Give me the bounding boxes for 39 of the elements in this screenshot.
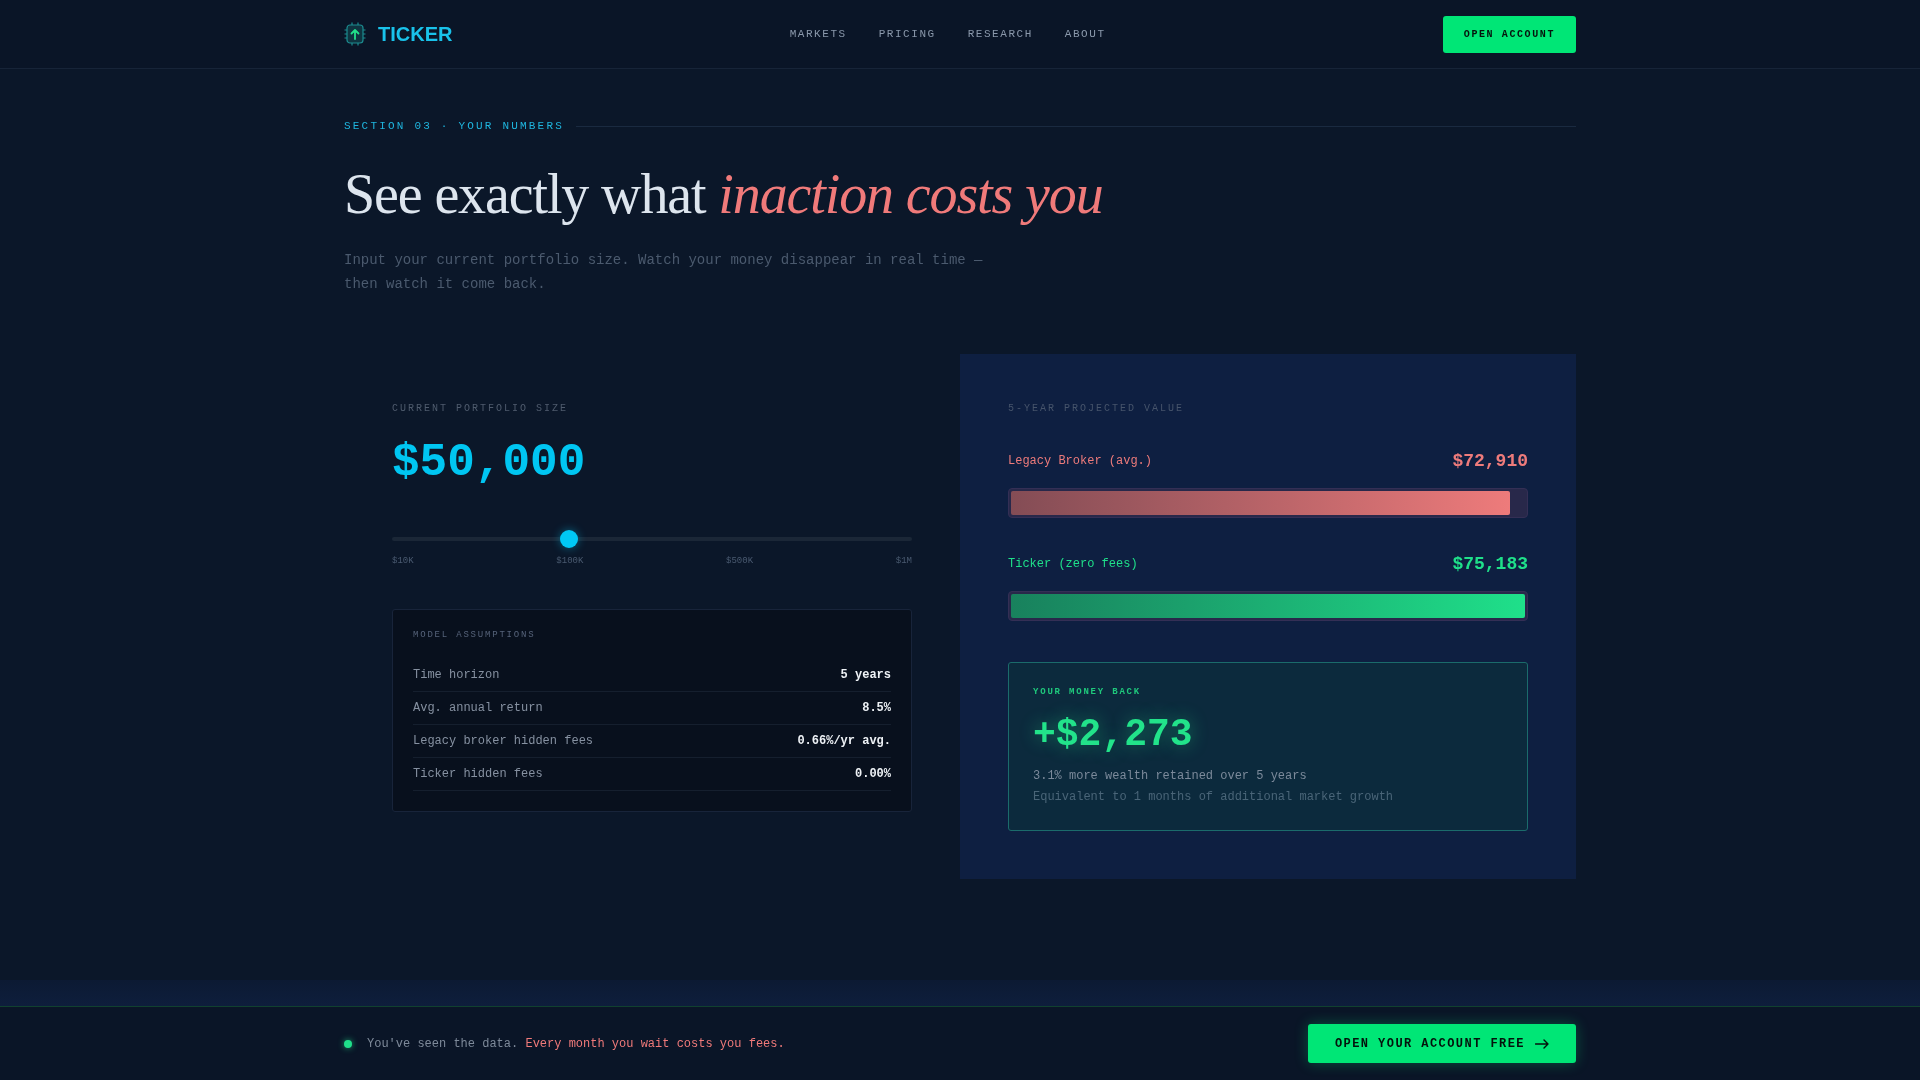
arrow-right-icon xyxy=(1535,1038,1549,1049)
assumption-label: Time horizon xyxy=(413,668,500,682)
bar-value: $75,183 xyxy=(1452,554,1528,574)
nav-link[interactable]: MARKETS xyxy=(789,28,847,40)
assumptions-title: MODEL ASSUMPTIONS xyxy=(413,629,537,641)
assumption-value: 8.5% xyxy=(862,701,891,715)
assumption-value: 5 years xyxy=(840,668,891,682)
bar-label: Legacy Broker (avg.) xyxy=(1008,454,1153,468)
open-account-button[interactable]: OPEN ACCOUNT xyxy=(1442,15,1576,53)
assumption-label: Legacy broker hidden fees xyxy=(413,734,594,748)
slider-thumb[interactable] xyxy=(559,530,578,548)
intro-text: Input your current portfolio size. Watch your money disappear in real time — then watch it come back. xyxy=(344,251,984,294)
money-back-amount: +$2,273 xyxy=(1033,712,1194,758)
open-your-account-button[interactable]: OPEN YOUR ACCOUNT FREE xyxy=(1307,1024,1576,1063)
assumption-value: 0.00% xyxy=(855,767,891,781)
bar-value: $72,910 xyxy=(1452,451,1528,471)
projection-label: 5-YEAR PROJECTED VALUE xyxy=(1008,402,1186,415)
bar-label: Ticker (zero fees) xyxy=(1008,557,1138,571)
portfolio-value: $50,000 xyxy=(392,436,587,491)
money-back-label: YOUR MONEY BACK xyxy=(1033,686,1142,698)
nav-link[interactable]: PRICING xyxy=(878,28,936,40)
page-heading: See exactly what inaction costs you xyxy=(344,162,1104,226)
slider-tick-label: $500K xyxy=(726,556,754,567)
assumption-value: 0.66%/yr avg. xyxy=(797,734,891,748)
money-back-detail: Equivalent to 1 months of additional market growth xyxy=(1033,789,1395,806)
assumption-label: Ticker hidden fees xyxy=(413,767,543,781)
logo-icon[interactable] xyxy=(344,22,366,46)
status-dot-icon xyxy=(344,1039,352,1048)
nav-link[interactable]: ABOUT xyxy=(1064,28,1106,40)
cta-message: You've seen the data. Every month you wait costs you fees. xyxy=(367,1036,785,1051)
brand-name[interactable]: TICKER xyxy=(378,22,453,46)
portfolio-size-label: CURRENT PORTFOLIO SIZE xyxy=(392,402,570,415)
money-back-note: 3.1% more wealth retained over 5 years xyxy=(1033,768,1308,785)
section-label: SECTION 03 · YOUR NUMBERS xyxy=(344,119,565,133)
assumption-label: Avg. annual return xyxy=(413,701,543,715)
slider-tick-label: $1M xyxy=(895,556,912,567)
slider-tick-label: $100K xyxy=(556,556,584,567)
slider-tick-label: $10K xyxy=(392,556,414,567)
nav-link[interactable]: RESEARCH xyxy=(967,28,1033,40)
